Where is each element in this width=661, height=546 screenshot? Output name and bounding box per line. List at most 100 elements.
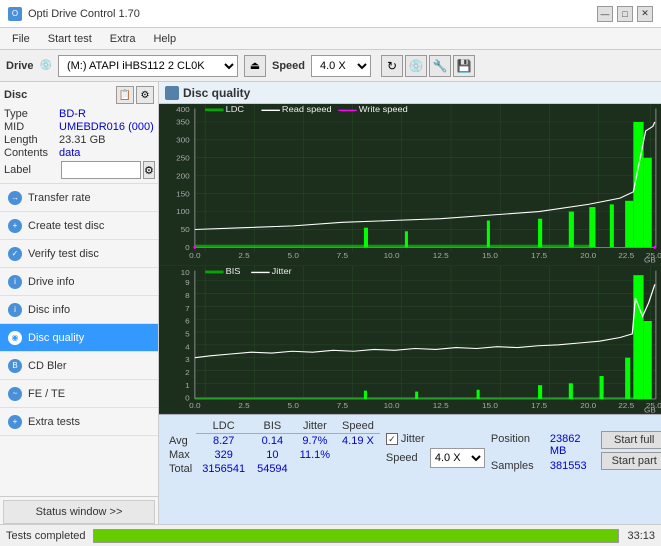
window-controls[interactable]: — □ ✕ bbox=[597, 6, 653, 22]
stats-avg-jitter: 9.7% bbox=[294, 434, 336, 449]
position-samples: Position 23862 MB Samples 381553 bbox=[491, 433, 587, 472]
nav-verify-test-disc[interactable]: ✓ Verify test disc bbox=[0, 240, 158, 268]
chart-header-icon bbox=[165, 86, 179, 100]
nav-icon-cd-bler: B bbox=[8, 359, 22, 373]
stats-bar: LDC BIS Jitter Speed Avg 8.27 bbox=[159, 414, 661, 524]
svg-text:2.5: 2.5 bbox=[238, 252, 249, 260]
svg-text:15.0: 15.0 bbox=[482, 402, 499, 410]
svg-text:Jitter: Jitter bbox=[272, 267, 292, 276]
jitter-checkbox[interactable]: ✓ bbox=[386, 433, 398, 445]
svg-text:5.0: 5.0 bbox=[288, 252, 299, 260]
disc-label-button[interactable]: ⚙ bbox=[143, 161, 155, 179]
menubar: File Start test Extra Help bbox=[0, 28, 661, 50]
disc-length-value: 23.31 GB bbox=[59, 134, 105, 146]
drive-icon: 💿 bbox=[40, 60, 52, 71]
svg-text:15.0: 15.0 bbox=[482, 252, 498, 260]
save-button[interactable]: 💾 bbox=[453, 55, 475, 77]
stats-avg-bis: 0.14 bbox=[251, 434, 294, 449]
menu-start-test[interactable]: Start test bbox=[40, 31, 100, 47]
speed-select[interactable]: 4.0 X bbox=[311, 55, 371, 77]
speed-row: Speed 4.0 X bbox=[386, 448, 485, 468]
nav-drive-info[interactable]: i Drive info bbox=[0, 268, 158, 296]
menu-help[interactable]: Help bbox=[145, 31, 184, 47]
toolbar-icons: ↻ 💿 🔧 💾 bbox=[381, 55, 475, 77]
nav-extra-tests[interactable]: + Extra tests bbox=[0, 408, 158, 436]
eject-button[interactable]: ⏏ bbox=[244, 55, 266, 77]
svg-text:400: 400 bbox=[176, 106, 190, 114]
status-window-button[interactable]: Status window >> bbox=[3, 500, 155, 524]
disc-type-row: Type BD-R bbox=[4, 108, 154, 120]
nav-icon-verify: ✓ bbox=[8, 247, 22, 261]
charts-container: 0 50 100 150 200 250 300 350 400 2X 4X 6… bbox=[159, 104, 661, 414]
left-panel: Disc 📋 ⚙ Type BD-R MID UMEBDR016 (000) L… bbox=[0, 82, 159, 524]
nav-icon-fe-te: ~ bbox=[8, 387, 22, 401]
menu-file[interactable]: File bbox=[4, 31, 38, 47]
nav-label-verify: Verify test disc bbox=[28, 248, 99, 260]
chart-header: Disc quality bbox=[159, 82, 661, 104]
titlebar-left: O Opti Drive Control 1.70 bbox=[8, 7, 140, 21]
start-full-button[interactable]: Start full bbox=[601, 431, 661, 449]
stats-max-bis: 10 bbox=[251, 448, 294, 462]
close-button[interactable]: ✕ bbox=[637, 6, 653, 22]
svg-text:10.0: 10.0 bbox=[384, 402, 401, 410]
svg-text:10: 10 bbox=[181, 269, 191, 277]
jitter-speed-section: ✓ Jitter Speed 4.0 X bbox=[386, 433, 485, 468]
status-message: Tests completed bbox=[6, 530, 85, 542]
position-row: Position 23862 MB bbox=[491, 433, 587, 457]
svg-text:12.5: 12.5 bbox=[433, 402, 449, 410]
nav-disc-quality[interactable]: ◉ Disc quality bbox=[0, 324, 158, 352]
svg-text:17.5: 17.5 bbox=[531, 252, 547, 260]
disc-label-input[interactable] bbox=[61, 161, 141, 179]
position-val: 23862 MB bbox=[550, 433, 587, 457]
start-part-button[interactable]: Start part bbox=[601, 452, 661, 470]
menu-extra[interactable]: Extra bbox=[102, 31, 144, 47]
nav-label-disc-quality: Disc quality bbox=[28, 332, 84, 344]
disc-contents-label: Contents bbox=[4, 147, 59, 159]
drive-select[interactable]: (M:) ATAPI iHBS112 2 CL0K bbox=[58, 55, 238, 77]
top-chart: 0 50 100 150 200 250 300 350 400 2X 4X 6… bbox=[159, 104, 661, 266]
disc-button[interactable]: 💿 bbox=[405, 55, 427, 77]
main-content: Disc 📋 ⚙ Type BD-R MID UMEBDR016 (000) L… bbox=[0, 82, 661, 524]
refresh-button[interactable]: ↻ bbox=[381, 55, 403, 77]
svg-text:12.5: 12.5 bbox=[433, 252, 449, 260]
nav-icon-disc-quality: ◉ bbox=[8, 331, 22, 345]
svg-text:0.0: 0.0 bbox=[189, 252, 200, 260]
stats-table: LDC BIS Jitter Speed Avg 8.27 bbox=[165, 419, 380, 476]
disc-contents-value: data bbox=[59, 147, 80, 159]
nav-create-test-disc[interactable]: + Create test disc bbox=[0, 212, 158, 240]
svg-text:10.0: 10.0 bbox=[384, 252, 400, 260]
disc-mid-value: UMEBDR016 (000) bbox=[59, 121, 154, 133]
nav-label-transfer: Transfer rate bbox=[28, 192, 91, 204]
samples-label: Samples bbox=[491, 460, 546, 472]
disc-icon-btn-1[interactable]: 📋 bbox=[116, 86, 134, 104]
progress-container bbox=[93, 529, 619, 543]
svg-text:7.5: 7.5 bbox=[337, 402, 348, 410]
start-buttons: Start full Start part bbox=[601, 431, 661, 470]
svg-text:GB: GB bbox=[644, 256, 656, 264]
svg-text:7: 7 bbox=[185, 305, 190, 313]
disc-type-label: Type bbox=[4, 108, 59, 120]
maximize-button[interactable]: □ bbox=[617, 6, 633, 22]
settings-button[interactable]: 🔧 bbox=[429, 55, 451, 77]
svg-text:50: 50 bbox=[181, 226, 190, 234]
stats-avg-speed: 4.19 X bbox=[336, 434, 380, 449]
nav-disc-info[interactable]: i Disc info bbox=[0, 296, 158, 324]
disc-title: Disc bbox=[4, 89, 27, 101]
speed-select-stats[interactable]: 4.0 X bbox=[430, 448, 485, 468]
app-icon: O bbox=[8, 7, 22, 21]
right-panel: Disc quality bbox=[159, 82, 661, 524]
minimize-button[interactable]: — bbox=[597, 6, 613, 22]
disc-icon-btn-2[interactable]: ⚙ bbox=[136, 86, 154, 104]
svg-text:BIS: BIS bbox=[226, 267, 241, 276]
nav-label-create: Create test disc bbox=[28, 220, 104, 232]
nav-cd-bler[interactable]: B CD Bler bbox=[0, 352, 158, 380]
svg-text:3: 3 bbox=[185, 356, 190, 364]
stats-max-label: Max bbox=[165, 448, 196, 462]
bottom-bar: Tests completed 33:13 bbox=[0, 524, 661, 546]
disc-header: Disc 📋 ⚙ bbox=[4, 86, 154, 104]
nav-fe-te[interactable]: ~ FE / TE bbox=[0, 380, 158, 408]
svg-text:8: 8 bbox=[185, 292, 190, 300]
svg-text:250: 250 bbox=[176, 154, 190, 162]
stats-total-bis: 54594 bbox=[251, 462, 294, 476]
nav-transfer-rate[interactable]: → Transfer rate bbox=[0, 184, 158, 212]
